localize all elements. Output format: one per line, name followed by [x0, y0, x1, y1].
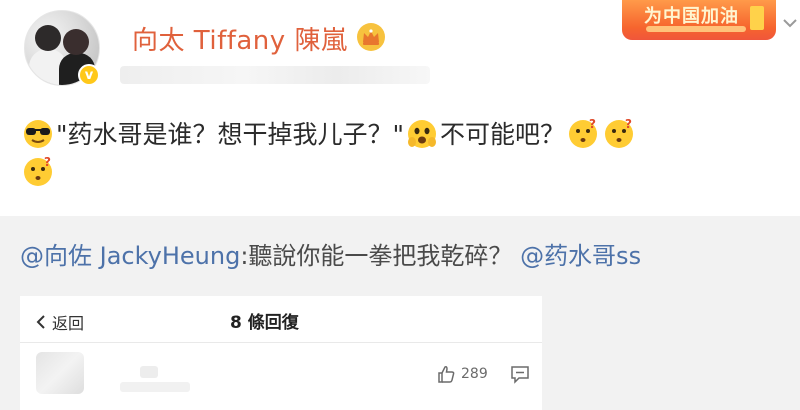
- username-link[interactable]: 向太 Tiffany 陳嵐: [132, 20, 347, 57]
- retweet-text: @向佐 JackyHeung:聽說你能一拳把我乾碎？ @药水哥ss: [20, 236, 641, 271]
- svg-text:?: ?: [589, 118, 596, 131]
- back-button[interactable]: 返回: [34, 310, 84, 334]
- reply-panel: 返回 8 條回復 289: [20, 296, 542, 410]
- back-label: 返回: [52, 314, 85, 333]
- post-header: v 向太 Tiffany 陳嵐 为中国加油: [0, 0, 800, 96]
- banner-subtext: [646, 26, 746, 32]
- thinking-emoji-icon: ?: [605, 118, 634, 148]
- post-meta-blurred: [120, 66, 430, 84]
- svg-text:?: ?: [44, 156, 51, 169]
- retweet-body: :聽說你能一拳把我乾碎？: [240, 242, 513, 270]
- sunglasses-emoji-icon: [24, 120, 52, 148]
- like-button[interactable]: 289: [436, 364, 488, 384]
- avatar-figure: [35, 25, 61, 51]
- banner-text: 为中国加油: [644, 6, 739, 27]
- comment-avatar-blurred[interactable]: [36, 352, 84, 394]
- scared-emoji-icon: [408, 120, 436, 148]
- flag-icon: [750, 6, 764, 30]
- crown-icon: [357, 23, 385, 51]
- svg-text:?: ?: [625, 118, 632, 131]
- comment-icon[interactable]: [510, 364, 530, 384]
- mention-link[interactable]: @药水哥ss: [520, 242, 641, 270]
- thinking-emoji-icon: ?: [569, 118, 598, 148]
- comment-text-blurred: [140, 366, 158, 378]
- verified-badge-icon: v: [78, 64, 100, 86]
- thinking-emoji-icon: ?: [24, 156, 52, 186]
- divider: [20, 342, 542, 343]
- reply-count: 8 條回復: [230, 313, 299, 333]
- avatar-figure: [63, 29, 89, 55]
- mention-link[interactable]: @向佐 JackyHeung: [20, 242, 240, 270]
- post-text: "药水哥是谁？想干掉我儿子？" 不可能吧？ ? ? ?: [20, 116, 790, 192]
- thumbs-up-icon: [438, 366, 455, 383]
- post-body: "药水哥是谁？想干掉我儿子？" 不可能吧？ ? ? ?: [0, 96, 800, 216]
- post-tail-text: 不可能吧？: [440, 120, 566, 149]
- like-count: 289: [461, 366, 488, 382]
- event-banner[interactable]: 为中国加油: [622, 0, 776, 40]
- comment-text-blurred: [120, 382, 190, 392]
- post-quote-text: "药水哥是谁？想干掉我儿子？": [56, 120, 404, 149]
- chevron-down-icon[interactable]: [782, 16, 798, 30]
- chevron-left-icon: [36, 315, 45, 329]
